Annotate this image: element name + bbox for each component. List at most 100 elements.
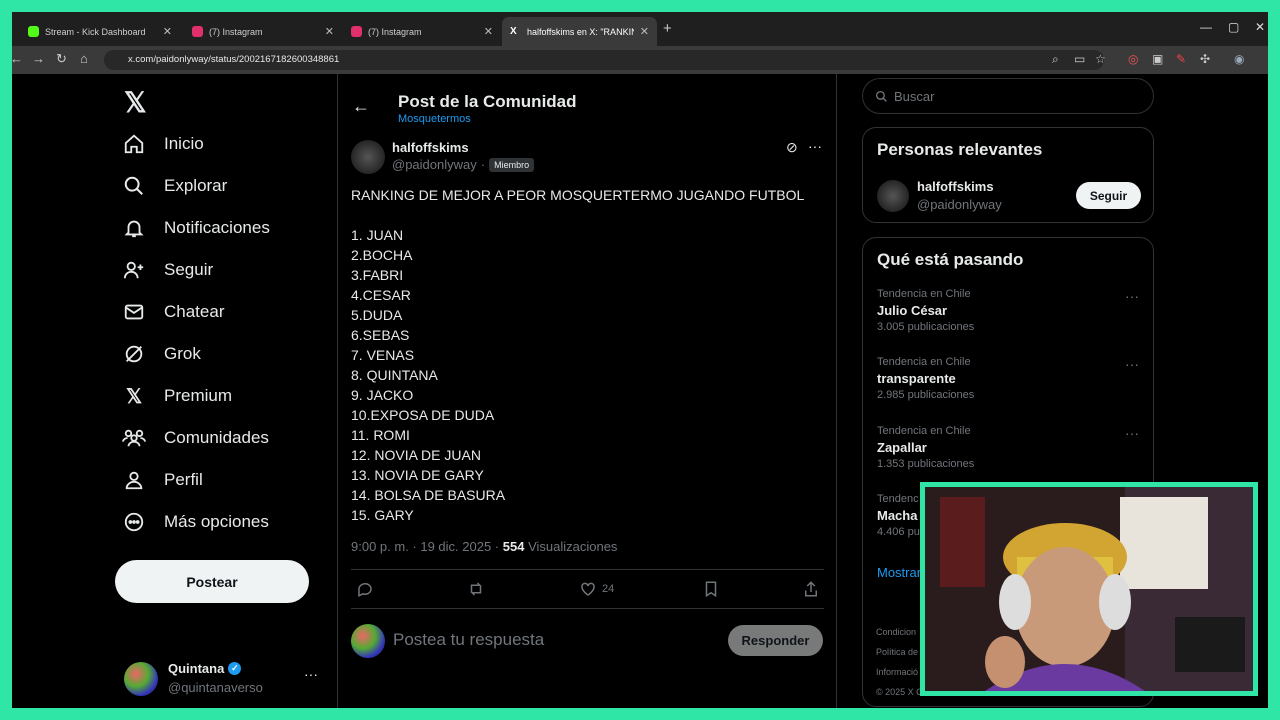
trend-more-icon[interactable]: ··· [1125,288,1139,304]
post-line: 4.CESAR [351,287,411,303]
search-icon [875,90,887,102]
back-arrow-icon[interactable]: ← [352,96,370,117]
nav-item-seguir[interactable]: Seguir [122,258,213,282]
footer-link[interactable]: Condicion [876,622,923,642]
extension-1-icon[interactable]: ◎ [1128,52,1138,66]
cast-icon[interactable]: ▭ [1074,52,1085,66]
reload-icon[interactable]: ↻ [56,51,67,67]
zoom-icon[interactable]: ⌕ [1052,52,1059,67]
webcam-overlay [920,482,1258,696]
footer-link[interactable]: Política de [876,642,923,662]
post-line: RANKING DE MEJOR A PEOR MOSQUERTERMO JUG… [351,187,805,203]
relevant-handle[interactable]: @paidonlyway [917,197,1002,212]
extensions-puzzle-icon[interactable]: ✣ [1200,52,1210,66]
minimize-icon[interactable]: — [1200,20,1212,34]
post-line: 2.BOCHA [351,247,413,263]
separator-dot: · [480,157,486,172]
nav-item-explorar[interactable]: Explorar [122,174,227,198]
nav-item-comunidades[interactable]: Comunidades [122,426,269,450]
tab-x-post[interactable]: X halfoffskims en X: "RANKING D ✕ [502,17,657,46]
close-window-icon[interactable]: ✕ [1255,20,1265,34]
trend-name: Zapallar [877,440,927,455]
left-sidebar: 𝕏 Inicio Explorar Notificaciones Seguir [12,74,337,708]
close-tab-icon[interactable]: ✕ [325,25,334,38]
nav-item-notificaciones[interactable]: Notificaciones [122,216,270,240]
share-icon[interactable] [803,580,819,603]
extension-3-icon[interactable]: ✎ [1176,52,1186,66]
bookmark-star-icon[interactable]: ☆ [1095,52,1106,66]
relevant-people-card: Personas relevantes halfoffskims @paidon… [862,127,1154,223]
views-count: 554 [502,539,525,554]
follow-button[interactable]: Seguir [1076,182,1141,209]
x-icon: X [510,26,517,37]
show-more-link[interactable]: Mostrar [877,565,921,580]
instagram-icon [192,26,203,37]
author-name[interactable]: halfoffskims [392,140,469,155]
search-input[interactable]: Buscar [894,89,934,104]
footer-links: Condicion Política de Informació © 2025 X C [876,622,923,702]
search-box[interactable]: Buscar [862,78,1154,114]
post-text: RANKING DE MEJOR A PEOR MOSQUERTERMO JUG… [351,185,804,525]
footer-link[interactable]: Informació [876,662,923,682]
x-logo-icon[interactable]: 𝕏 [124,86,147,119]
tab-instagram-2[interactable]: (7) Instagram ✕ [343,17,501,46]
trend-more-icon[interactable]: ··· [1125,356,1139,372]
relevant-avatar[interactable] [877,180,909,212]
grok-post-icon[interactable]: ⊘ [786,139,798,156]
tab-kick[interactable]: Stream - Kick Dashboard ✕ [20,17,180,46]
trend-item[interactable]: Tendencia en Chile Zapallar 1.353 publicac… [877,425,1147,470]
trend-item[interactable]: Tendencia en Chile Julio César 3.005 publi… [877,288,1147,333]
footer-link[interactable]: © 2025 X C [876,682,923,702]
new-tab-icon[interactable]: + [663,20,672,37]
post-line: 15. GARY [351,507,414,523]
close-tab-icon[interactable]: ✕ [484,25,493,38]
post-line: 13. NOVIA DE GARY [351,467,484,483]
relevant-title: Personas relevantes [877,140,1043,159]
trend-context: Tendencia en Chile [877,425,971,437]
streamer-webcam-image [925,487,1253,691]
bookmark-icon[interactable] [703,580,719,603]
author-handle[interactable]: @paidonlyway [392,157,477,172]
nav-item-inicio[interactable]: Inicio [122,132,204,156]
post-line: 5.DUDA [351,307,403,323]
profile-icon[interactable]: ◉ [1234,52,1244,66]
more-circle-icon [122,510,146,534]
url-input[interactable]: x.com/paidonlyway/status/200216718260034… [104,50,1104,70]
reply-input[interactable]: Postea tu respuesta [393,630,544,650]
nav-item-mas-opciones[interactable]: Más opciones [122,510,269,534]
reply-button[interactable]: Responder [728,625,823,656]
tab-instagram-1[interactable]: (7) Instagram ✕ [184,17,342,46]
nav-item-perfil[interactable]: Perfil [122,468,203,492]
trend-item[interactable]: Tendencia en Chile transparente 2.985 publ… [877,356,1147,401]
author-avatar[interactable] [351,140,385,174]
post-line: 6.SEBAS [351,327,410,343]
verified-badge-icon: ✓ [228,662,242,675]
forward-icon[interactable]: → [32,51,45,66]
trend-count: 1.353 publicaciones [877,458,975,470]
extension-2-icon[interactable]: ▣ [1152,52,1163,66]
account-switcher[interactable]: Quintana ✓ @quintanaverso ··· [124,660,329,696]
trend-context: Tendencia en Chile [877,356,971,368]
home-button-icon[interactable]: ⌂ [80,51,88,66]
back-icon[interactable]: ← [12,51,23,66]
views-label: Visualizaciones [524,539,618,554]
post-button[interactable]: Postear [115,560,309,603]
reply-icon[interactable] [356,580,374,603]
maximize-icon[interactable]: ▢ [1228,20,1239,34]
mail-icon [122,300,146,324]
like-button[interactable]: 24 [579,580,614,598]
trend-more-icon[interactable]: ··· [1125,425,1139,441]
community-name[interactable]: Mosquetermos [398,113,471,125]
nav-item-chatear[interactable]: Chatear [122,300,224,324]
post-timestamp[interactable]: 9:00 p. m. · 19 dic. 2025 · [351,539,503,554]
relevant-name[interactable]: halfoffskims [917,179,994,194]
nav-item-grok[interactable]: Grok [122,342,201,366]
post-more-icon[interactable]: ··· [808,138,822,154]
repost-icon[interactable] [466,580,486,603]
nav-item-premium[interactable]: 𝕏 Premium [122,384,232,408]
post-line: 3.FABRI [351,267,404,283]
more-dots-icon[interactable]: ··· [304,666,318,682]
close-tab-icon[interactable]: ✕ [163,25,172,38]
close-tab-icon[interactable]: ✕ [640,25,649,38]
post-line: 10.EXPOSA DE DUDA [351,407,495,423]
